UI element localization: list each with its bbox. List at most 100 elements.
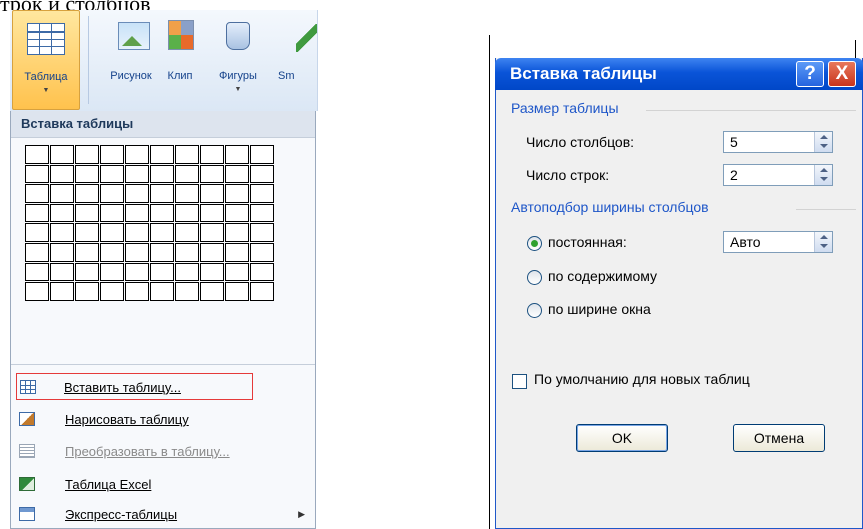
grid-cell[interactable] xyxy=(75,223,99,242)
grid-cell[interactable] xyxy=(175,223,199,242)
grid-cell[interactable] xyxy=(225,203,249,223)
grid-cell[interactable] xyxy=(50,282,74,301)
grid-cell[interactable] xyxy=(225,282,249,301)
grid-cell[interactable] xyxy=(150,262,174,282)
grid-cell[interactable] xyxy=(200,145,224,164)
menu-item-draw-table[interactable]: Нарисовать таблицу xyxy=(13,406,313,433)
grid-cell[interactable] xyxy=(250,282,274,301)
grid-cell[interactable] xyxy=(200,184,224,203)
grid-cell[interactable] xyxy=(25,164,49,184)
grid-cell[interactable] xyxy=(250,262,274,282)
grid-cell[interactable] xyxy=(125,145,149,164)
grid-cell[interactable] xyxy=(50,164,74,184)
smartart-button[interactable]: Sm xyxy=(274,10,317,110)
grid-cell[interactable] xyxy=(125,203,149,223)
radio-autofit-window[interactable] xyxy=(527,303,542,318)
ok-button[interactable]: OK xyxy=(576,424,668,452)
radio-autofit-content[interactable] xyxy=(527,270,542,285)
grid-cell[interactable] xyxy=(225,184,249,203)
grid-cell[interactable] xyxy=(150,184,174,203)
grid-cell[interactable] xyxy=(75,282,99,301)
grid-cell[interactable] xyxy=(200,262,224,282)
grid-cell[interactable] xyxy=(50,184,74,203)
grid-cell[interactable] xyxy=(25,223,49,242)
grid-cell[interactable] xyxy=(250,223,274,242)
grid-cell[interactable] xyxy=(75,145,99,164)
grid-cell[interactable] xyxy=(100,262,124,282)
grid-cell[interactable] xyxy=(75,164,99,184)
grid-cell[interactable] xyxy=(125,184,149,203)
grid-cell[interactable] xyxy=(200,223,224,242)
spinner-buttons[interactable] xyxy=(814,132,832,152)
grid-cell[interactable] xyxy=(50,203,74,223)
grid-cell[interactable] xyxy=(200,282,224,301)
grid-cell[interactable] xyxy=(125,262,149,282)
grid-cell[interactable] xyxy=(250,164,274,184)
grid-cell[interactable] xyxy=(25,145,49,164)
grid-cell[interactable] xyxy=(225,164,249,184)
grid-cell[interactable] xyxy=(150,282,174,301)
grid-cell[interactable] xyxy=(50,262,74,282)
grid-cell[interactable] xyxy=(250,242,274,262)
table-size-grid[interactable] xyxy=(25,145,275,302)
dialog-title-bar[interactable]: Вставка таблицы ? X xyxy=(495,58,863,90)
grid-cell[interactable] xyxy=(25,184,49,203)
menu-item-excel-table[interactable]: Таблица Excel xyxy=(13,471,313,498)
grid-cell[interactable] xyxy=(125,282,149,301)
grid-cell[interactable] xyxy=(150,164,174,184)
grid-cell[interactable] xyxy=(100,242,124,262)
grid-cell[interactable] xyxy=(175,164,199,184)
grid-cell[interactable] xyxy=(75,184,99,203)
grid-cell[interactable] xyxy=(250,184,274,203)
table-button[interactable]: Таблица ▼ xyxy=(12,10,80,110)
rows-spinner[interactable]: 2 xyxy=(723,164,833,186)
grid-cell[interactable] xyxy=(175,242,199,262)
grid-cell[interactable] xyxy=(250,203,274,223)
close-button[interactable]: X xyxy=(828,61,856,87)
shapes-button[interactable]: Фигуры ▼ xyxy=(202,10,274,110)
grid-cell[interactable] xyxy=(100,184,124,203)
grid-cell[interactable] xyxy=(125,223,149,242)
grid-cell[interactable] xyxy=(200,203,224,223)
grid-cell[interactable] xyxy=(100,164,124,184)
grid-cell[interactable] xyxy=(25,262,49,282)
grid-cell[interactable] xyxy=(100,282,124,301)
spinner-buttons[interactable] xyxy=(814,232,832,252)
columns-spinner[interactable]: 5 xyxy=(723,131,833,153)
grid-cell[interactable] xyxy=(150,145,174,164)
grid-cell[interactable] xyxy=(225,145,249,164)
grid-cell[interactable] xyxy=(225,242,249,262)
grid-cell[interactable] xyxy=(25,203,49,223)
grid-cell[interactable] xyxy=(175,184,199,203)
grid-cell[interactable] xyxy=(125,242,149,262)
grid-cell[interactable] xyxy=(50,242,74,262)
grid-cell[interactable] xyxy=(150,203,174,223)
grid-cell[interactable] xyxy=(250,145,274,164)
grid-cell[interactable] xyxy=(200,164,224,184)
grid-cell[interactable] xyxy=(125,164,149,184)
grid-cell[interactable] xyxy=(225,223,249,242)
clip-button[interactable]: Клип xyxy=(160,10,200,110)
grid-cell[interactable] xyxy=(75,203,99,223)
default-for-new-tables-checkbox[interactable] xyxy=(512,374,527,389)
grid-cell[interactable] xyxy=(200,242,224,262)
grid-cell[interactable] xyxy=(175,282,199,301)
cancel-button[interactable]: Отмена xyxy=(733,424,825,452)
help-button[interactable]: ? xyxy=(796,61,824,87)
fixed-width-spinner[interactable]: Авто xyxy=(723,231,833,253)
grid-cell[interactable] xyxy=(175,145,199,164)
grid-cell[interactable] xyxy=(50,223,74,242)
spinner-buttons[interactable] xyxy=(814,165,832,185)
picture-button[interactable]: Рисунок xyxy=(102,10,160,110)
grid-cell[interactable] xyxy=(75,262,99,282)
grid-cell[interactable] xyxy=(25,242,49,262)
grid-cell[interactable] xyxy=(100,145,124,164)
grid-cell[interactable] xyxy=(175,262,199,282)
radio-fixed-width[interactable] xyxy=(527,236,542,251)
menu-item-insert-table[interactable]: Вставить таблицу... xyxy=(16,373,253,400)
grid-cell[interactable] xyxy=(175,203,199,223)
grid-cell[interactable] xyxy=(100,223,124,242)
grid-cell[interactable] xyxy=(150,223,174,242)
grid-cell[interactable] xyxy=(75,242,99,262)
grid-cell[interactable] xyxy=(50,145,74,164)
